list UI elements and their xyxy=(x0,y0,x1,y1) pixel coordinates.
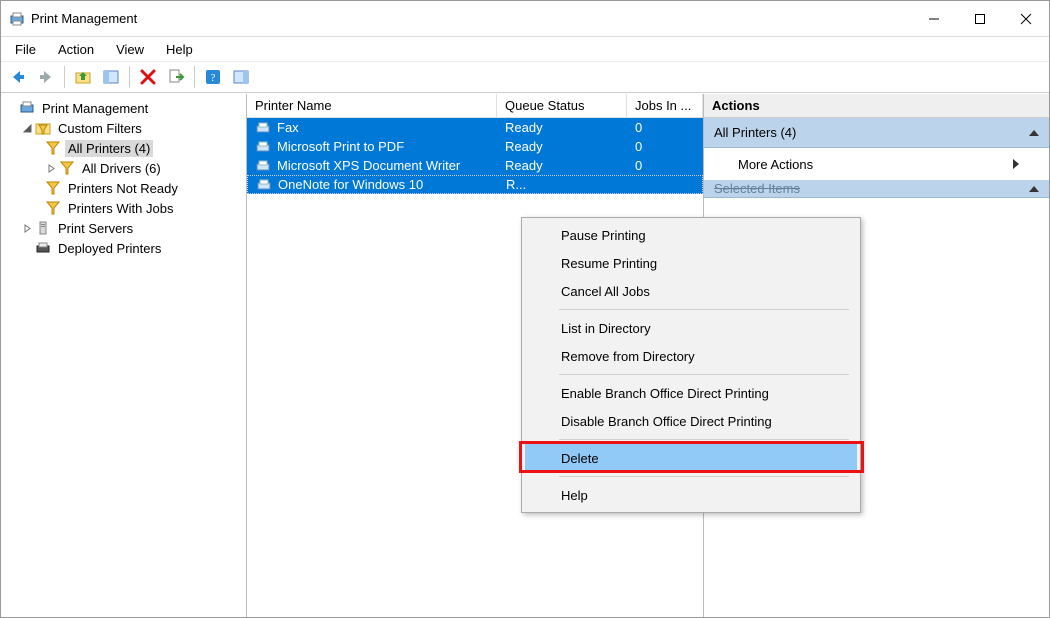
tree-all-printers[interactable]: All Printers (4) xyxy=(1,138,246,158)
tree-print-servers[interactable]: Print Servers xyxy=(1,218,246,238)
printer-icon xyxy=(255,121,271,135)
printer-name: Fax xyxy=(277,120,299,135)
nav-forward-button[interactable] xyxy=(33,64,59,90)
menu-help[interactable]: Help xyxy=(156,40,203,59)
cm-delete[interactable]: Delete xyxy=(525,444,857,472)
print-management-window: Print Management File Action View Help ? xyxy=(0,0,1050,618)
tree-pane: Print Management Custom Filters All Prin… xyxy=(1,94,247,617)
print-management-icon xyxy=(9,11,25,27)
tree-all-drivers-label: All Drivers (6) xyxy=(79,160,164,177)
actions-header: Actions xyxy=(704,94,1049,118)
collapse-arrow-icon xyxy=(1029,186,1039,192)
filter-icon xyxy=(45,180,61,196)
separator xyxy=(559,309,849,310)
tree-all-printers-label: All Printers (4) xyxy=(65,140,153,157)
menu-action[interactable]: Action xyxy=(48,40,104,59)
maximize-button[interactable] xyxy=(957,1,1003,37)
list-row[interactable]: Fax Ready 0 xyxy=(247,118,703,137)
list-row[interactable]: OneNote for Windows 10 R... xyxy=(247,175,703,194)
printer-icon xyxy=(255,140,271,154)
tree-deployed-printers[interactable]: Deployed Printers xyxy=(1,238,246,258)
actions-group-label-partial: Selected Items xyxy=(714,181,800,196)
actions-group-label: All Printers (4) xyxy=(714,125,796,140)
list-header: Printer Name Queue Status Jobs In ... xyxy=(247,94,703,118)
separator xyxy=(559,374,849,375)
printer-name: Microsoft Print to PDF xyxy=(277,139,404,154)
printer-status: Ready xyxy=(497,139,627,154)
printer-name: Microsoft XPS Document Writer xyxy=(277,158,460,173)
actions-group-selected-items[interactable]: Selected Items xyxy=(704,180,1049,198)
expander-open-icon[interactable] xyxy=(21,122,33,134)
window-title: Print Management xyxy=(31,11,137,26)
filter-icon xyxy=(45,200,61,216)
printer-status: Ready xyxy=(497,158,627,173)
expander-closed-icon[interactable] xyxy=(45,162,57,174)
tree-printers-not-ready[interactable]: Printers Not Ready xyxy=(1,178,246,198)
svg-text:?: ? xyxy=(211,72,216,84)
titlebar: Print Management xyxy=(1,1,1049,37)
cm-help[interactable]: Help xyxy=(525,481,857,509)
cm-pause-printing[interactable]: Pause Printing xyxy=(525,221,857,249)
printer-jobs: 0 xyxy=(627,139,703,154)
printer-status: Ready xyxy=(497,120,627,135)
menu-view[interactable]: View xyxy=(106,40,154,59)
actions-more-actions[interactable]: More Actions xyxy=(704,148,1049,180)
tree-print-servers-label: Print Servers xyxy=(55,220,136,237)
up-level-button[interactable] xyxy=(70,64,96,90)
cm-cancel-all-jobs[interactable]: Cancel All Jobs xyxy=(525,277,857,305)
actions-item-label: More Actions xyxy=(738,157,813,172)
tree-root[interactable]: Print Management xyxy=(1,98,246,118)
printer-jobs: 0 xyxy=(627,158,703,173)
cm-disable-branch-office[interactable]: Disable Branch Office Direct Printing xyxy=(525,407,857,435)
nav-back-button[interactable] xyxy=(5,64,31,90)
expander-closed-icon[interactable] xyxy=(21,222,33,234)
cm-enable-branch-office[interactable]: Enable Branch Office Direct Printing xyxy=(525,379,857,407)
separator xyxy=(559,476,849,477)
printer-icon xyxy=(35,240,51,256)
show-hide-tree-button[interactable] xyxy=(98,64,124,90)
col-header-name[interactable]: Printer Name xyxy=(247,94,497,117)
folder-filter-icon xyxy=(35,120,51,136)
tree-deployed-printers-label: Deployed Printers xyxy=(55,240,164,257)
cm-list-in-directory[interactable]: List in Directory xyxy=(525,314,857,342)
export-button[interactable] xyxy=(163,64,189,90)
tree-custom-filters-label: Custom Filters xyxy=(55,120,145,137)
tree-printers-with-jobs-label: Printers With Jobs xyxy=(65,200,176,217)
show-hide-action-pane-button[interactable] xyxy=(228,64,254,90)
cm-remove-from-directory[interactable]: Remove from Directory xyxy=(525,342,857,370)
blank-expander-icon xyxy=(5,102,17,114)
tree-all-drivers[interactable]: All Drivers (6) xyxy=(1,158,246,178)
tree-printers-not-ready-label: Printers Not Ready xyxy=(65,180,181,197)
print-management-icon xyxy=(19,100,35,116)
col-header-jobs[interactable]: Jobs In ... xyxy=(627,94,703,117)
context-menu: Pause Printing Resume Printing Cancel Al… xyxy=(521,217,861,513)
filter-icon xyxy=(59,160,75,176)
toolbar: ? xyxy=(1,61,1049,93)
collapse-arrow-icon xyxy=(1029,130,1039,136)
menu-file[interactable]: File xyxy=(5,40,46,59)
printer-name: OneNote for Windows 10 xyxy=(278,177,423,192)
tree-root-label: Print Management xyxy=(39,100,151,117)
server-icon xyxy=(35,220,51,236)
printer-jobs: 0 xyxy=(627,120,703,135)
submenu-arrow-icon xyxy=(1013,159,1019,169)
printer-icon xyxy=(256,178,272,192)
cm-resume-printing[interactable]: Resume Printing xyxy=(525,249,857,277)
col-header-status[interactable]: Queue Status xyxy=(497,94,627,117)
filter-icon xyxy=(45,140,61,156)
printer-status: R... xyxy=(498,177,628,192)
list-row[interactable]: Microsoft Print to PDF Ready 0 xyxy=(247,137,703,156)
printer-icon xyxy=(255,159,271,173)
actions-group-all-printers[interactable]: All Printers (4) xyxy=(704,118,1049,148)
menubar: File Action View Help xyxy=(1,37,1049,61)
tree-custom-filters[interactable]: Custom Filters xyxy=(1,118,246,138)
tree-printers-with-jobs[interactable]: Printers With Jobs xyxy=(1,198,246,218)
close-button[interactable] xyxy=(1003,1,1049,37)
blank-expander-icon xyxy=(21,242,33,254)
minimize-button[interactable] xyxy=(911,1,957,37)
help-button[interactable]: ? xyxy=(200,64,226,90)
list-row[interactable]: Microsoft XPS Document Writer Ready 0 xyxy=(247,156,703,175)
delete-button[interactable] xyxy=(135,64,161,90)
separator xyxy=(559,439,849,440)
